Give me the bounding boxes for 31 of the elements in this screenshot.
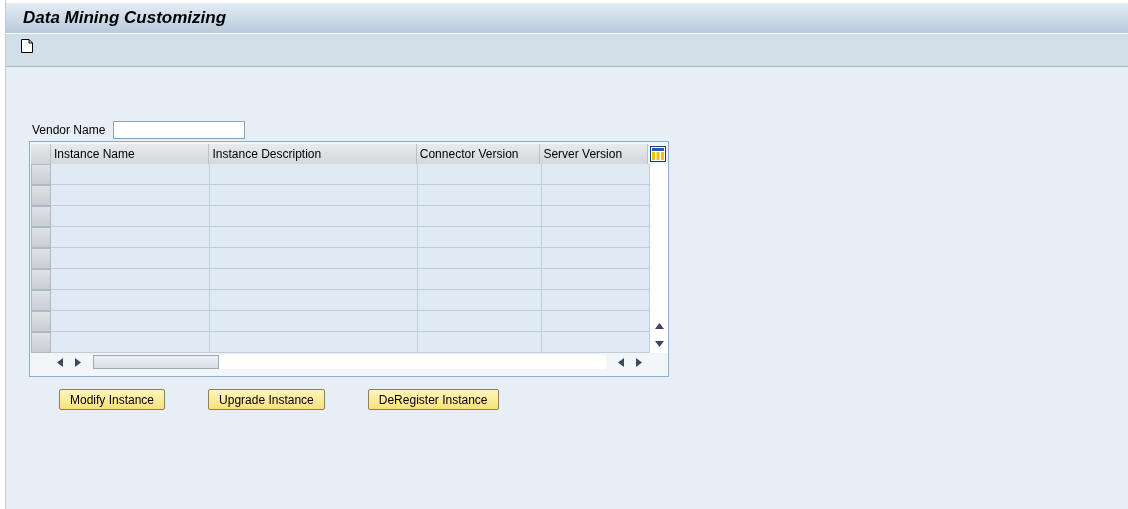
scroll-left-icon[interactable]	[618, 357, 624, 367]
row-selector[interactable]	[31, 164, 51, 185]
row-selector[interactable]	[31, 206, 51, 227]
row-selector[interactable]	[31, 227, 51, 248]
vertical-scrollbar[interactable]	[650, 164, 668, 353]
row-selector[interactable]	[31, 290, 51, 311]
scroll-left-icon[interactable]	[57, 357, 63, 367]
row-selector[interactable]	[31, 269, 51, 290]
scroll-right-icon[interactable]	[75, 357, 81, 367]
column-header[interactable]: Connector Version	[416, 144, 541, 164]
column-header[interactable]: Instance Name	[50, 144, 210, 164]
scroll-thumb[interactable]	[93, 355, 219, 369]
horizontal-scrollbar[interactable]	[93, 355, 606, 369]
new-document-icon[interactable]	[21, 39, 33, 53]
vendor-name-field[interactable]	[113, 121, 246, 139]
action-button[interactable]: Modify Instance	[59, 389, 166, 410]
column-header[interactable]: Server Version	[540, 144, 649, 164]
row-selector[interactable]	[31, 248, 51, 269]
select-all-cell[interactable]	[31, 144, 51, 164]
action-button[interactable]: DeRegister Instance	[367, 389, 499, 410]
field-label: Vendor Name	[32, 123, 106, 137]
row-selector[interactable]	[31, 332, 51, 353]
column-header[interactable]: Instance Description	[209, 144, 417, 164]
action-button[interactable]: Upgrade Instance	[208, 389, 325, 410]
scroll-down-icon[interactable]	[654, 341, 664, 347]
row-selector[interactable]	[31, 185, 51, 206]
scroll-up-icon[interactable]	[654, 323, 664, 329]
window-title: Data Mining Customizing	[23, 8, 227, 28]
scroll-right-icon[interactable]	[636, 357, 642, 367]
column-settings-icon[interactable]	[650, 146, 667, 162]
row-selector[interactable]	[31, 311, 51, 332]
